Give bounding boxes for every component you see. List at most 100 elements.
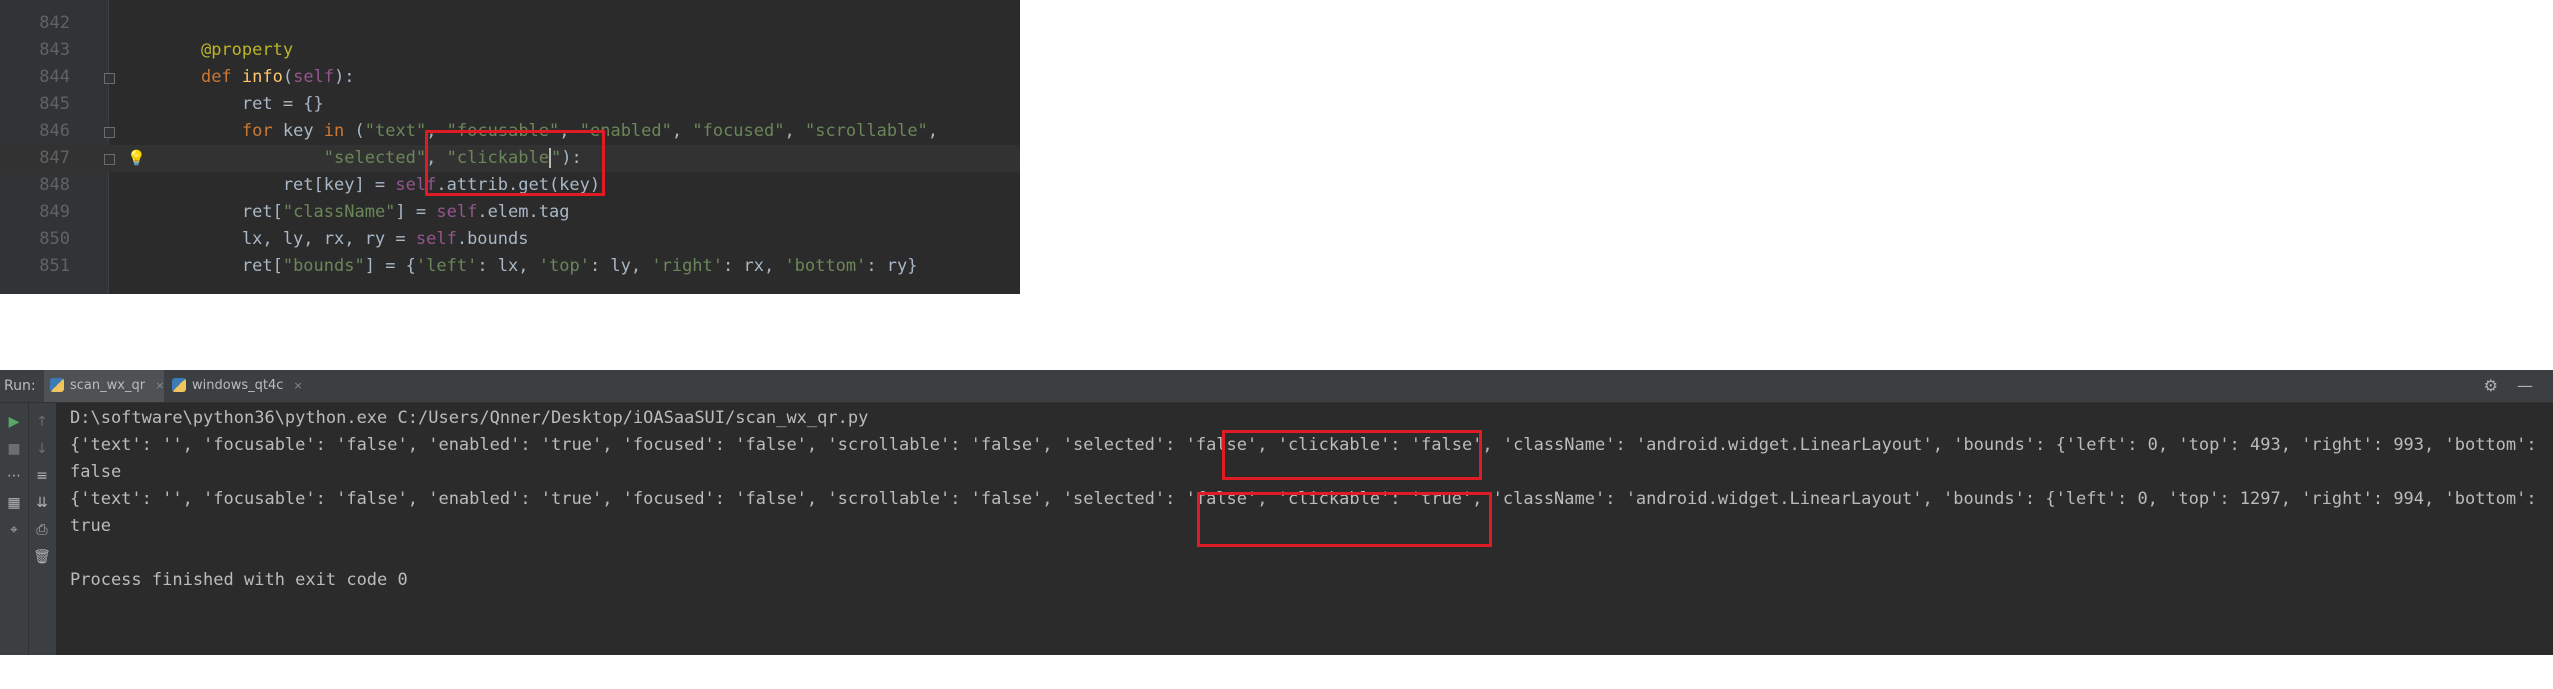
console-line: false (70, 462, 122, 482)
code-line: 851 ret["bounds"] = {'left': lx, 'top': … (0, 253, 1020, 280)
code-token: ret[ (160, 202, 283, 222)
code-text: ret["bounds"] = {'left': lx, 'top': ly, … (160, 253, 918, 280)
code-line: 843 @property (0, 37, 1020, 64)
code-token: : ly, (589, 256, 652, 276)
console-line: Process finished with exit code 0 (70, 570, 408, 590)
run-header: Run: scan_wx_qr × windows_qt4c × ⚙ — (0, 370, 2553, 403)
code-token: self (415, 229, 457, 249)
print-icon[interactable]: ⎙ (29, 519, 55, 541)
pin-tab-icon[interactable]: ⌖ (1, 519, 27, 541)
code-text: lx, ly, rx, ry = self.bounds (160, 226, 529, 253)
tab-label: scan_wx_qr (70, 378, 146, 393)
code-token: lx, ly, rx, ry = (160, 229, 416, 249)
code-token: in (323, 121, 355, 141)
code-text: ret["className"] = self.elem.tag (160, 199, 570, 226)
code-text: ret = {} (160, 91, 324, 118)
line-number: 849 (39, 202, 70, 222)
close-icon[interactable]: × (294, 379, 303, 392)
code-token: def (200, 67, 242, 87)
line-number: 851 (39, 256, 70, 276)
close-icon[interactable]: × (155, 379, 164, 392)
tab-scan-wx-qr[interactable]: scan_wx_qr × (44, 370, 165, 402)
code-token: .elem.tag (477, 202, 570, 222)
python-file-icon (50, 378, 64, 392)
restore-layout-icon[interactable]: ▦ (1, 492, 27, 514)
up-stack-icon[interactable]: ↑ (29, 411, 55, 433)
code-token: 'right' (651, 256, 724, 276)
line-number: 850 (39, 229, 70, 249)
fold-marker-icon[interactable] (104, 73, 115, 84)
code-token: info (241, 67, 283, 87)
tab-label: windows_qt4c (192, 378, 284, 393)
gear-icon[interactable]: ⚙ (2484, 376, 2498, 395)
header-actions: ⚙ — (2470, 370, 2533, 402)
code-token: .bounds (456, 229, 529, 249)
line-number: 846 (39, 121, 70, 141)
code-line: 845 ret = {} (0, 91, 1020, 118)
console-line: true (70, 516, 111, 536)
line-number: 848 (39, 175, 70, 195)
fold-marker-icon[interactable] (104, 127, 115, 138)
code-token: : rx, (723, 256, 785, 276)
intention-bulb-icon[interactable]: 💡 (127, 149, 146, 167)
code-token: "selected" (323, 148, 427, 168)
tab-windows-qt4c[interactable]: windows_qt4c × (166, 370, 303, 402)
fold-marker-icon[interactable] (104, 154, 115, 165)
code-token: ret[ (160, 256, 283, 276)
python-file-icon (172, 378, 186, 392)
highlight-box-console-2 (1197, 492, 1492, 547)
code-token: @property (200, 40, 294, 60)
layout-icon[interactable]: ⋯ (1, 465, 27, 487)
rerun-icon[interactable]: ▶ (1, 411, 27, 433)
code-token: ( (282, 67, 294, 87)
run-toolbar: ▶ ↑ ■ ↓ ⋯ ≡ ▦ ⇊ ⌖ ⎙ 🗑 (0, 403, 56, 655)
code-token: ] = (395, 202, 437, 222)
code-token: "focused" (692, 121, 785, 141)
code-token: "bounds" (282, 256, 365, 276)
code-token: ): (334, 67, 355, 87)
run-title: Run: (4, 378, 36, 394)
highlight-box-console-1 (1222, 430, 1482, 480)
code-token: ret = {} (160, 94, 324, 114)
code-token: self (293, 67, 335, 87)
code-line: 844 def info(self): (0, 64, 1020, 91)
line-number: 842 (39, 13, 70, 33)
code-token: : ry} (866, 256, 918, 276)
code-line: 849 ret["className"] = self.elem.tag (0, 199, 1020, 226)
code-token: "text" (364, 121, 427, 141)
console-line: D:\software\python36\python.exe C:/Users… (70, 408, 869, 428)
stop-icon[interactable]: ■ (1, 438, 27, 460)
code-token: ( (354, 121, 365, 141)
code-token: 'bottom' (784, 256, 867, 276)
code-token: , (927, 121, 939, 141)
highlight-box-editor (425, 130, 605, 196)
code-token: 'left' (415, 256, 478, 276)
code-text: def info(self): (160, 64, 355, 91)
code-token: "scrollable" (804, 121, 928, 141)
code-token: ] = { (364, 256, 416, 276)
code-line: 850 lx, ly, rx, ry = self.bounds (0, 226, 1020, 253)
code-token: : lx, (477, 256, 539, 276)
code-token: , (671, 121, 693, 141)
code-token: , (784, 121, 805, 141)
code-text: @property (160, 37, 293, 64)
code-token: ret[key] = (160, 175, 396, 195)
soft-wrap-icon[interactable]: ≡ (29, 465, 55, 487)
line-number: 847 (39, 148, 70, 168)
code-token: self (436, 202, 478, 222)
scroll-to-end-icon[interactable]: ⇊ (29, 492, 55, 514)
code-token: key (282, 121, 324, 141)
code-line: 842 (0, 10, 1020, 37)
line-number: 845 (39, 94, 70, 114)
minimize-icon[interactable]: — (2517, 376, 2533, 395)
clear-all-icon[interactable]: 🗑 (29, 546, 55, 568)
line-number: 843 (39, 40, 70, 60)
code-token: 'top' (538, 256, 590, 276)
code-token: "className" (282, 202, 396, 222)
down-stack-icon[interactable]: ↓ (29, 438, 55, 460)
